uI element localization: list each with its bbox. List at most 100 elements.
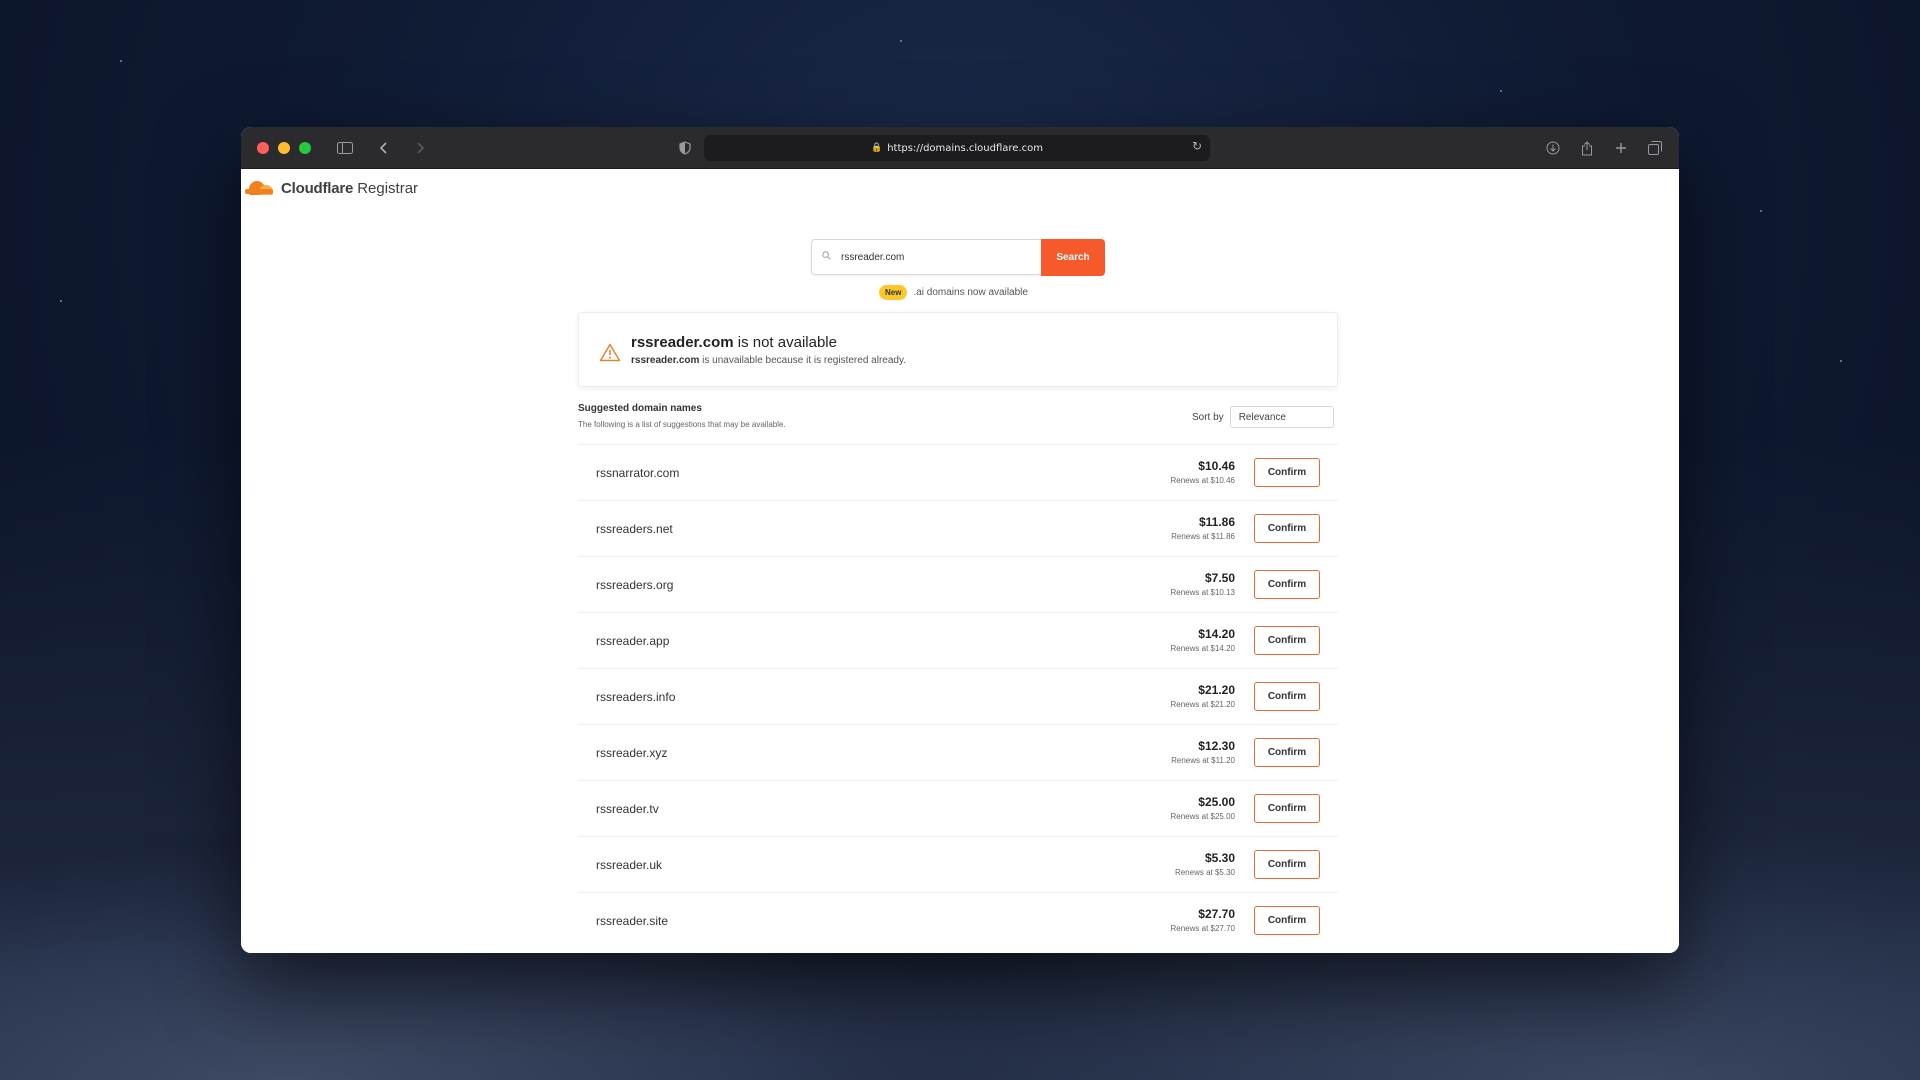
privacy-shield-icon[interactable] (673, 136, 697, 160)
suggestions-title: Suggested domain names (578, 403, 702, 414)
price: $27.70 (1198, 907, 1235, 921)
sort-control: Sort by Relevance (1192, 406, 1334, 428)
new-tab-icon[interactable] (1609, 136, 1633, 160)
promo-text[interactable]: .ai domains now available (913, 287, 1028, 298)
confirm-button[interactable]: Confirm (1254, 458, 1320, 487)
confirm-button[interactable]: Confirm (1254, 626, 1320, 655)
window-controls (257, 141, 311, 154)
sort-select[interactable]: Relevance (1229, 406, 1334, 428)
domain-name: rssreader.xyz (596, 745, 668, 760)
tab-overview-icon[interactable] (1643, 136, 1667, 160)
renewal-price: Renews at $25.00 (1170, 812, 1236, 821)
confirm-button[interactable]: Confirm (1254, 794, 1320, 823)
browser-window: 🔒 https://domains.cloudflare.com ↻ Cloud… (241, 127, 1679, 953)
renewal-price: Renews at $14.20 (1170, 644, 1236, 653)
confirm-button[interactable]: Confirm (1254, 514, 1320, 543)
renewal-price: Renews at $10.46 (1170, 476, 1236, 485)
confirm-button[interactable]: Confirm (1254, 738, 1320, 767)
warning-icon (599, 343, 621, 367)
search-icon (822, 251, 831, 263)
price-block: $5.30 Renews at $5.30 (1175, 851, 1235, 877)
zoom-window-button[interactable] (299, 141, 311, 154)
downloads-icon[interactable] (1541, 136, 1565, 160)
sort-value: Relevance (1238, 411, 1286, 423)
reload-icon[interactable]: ↻ (1192, 139, 1202, 153)
domain-row: rssreaders.net $11.86 Renews at $11.86 Conf… (578, 500, 1338, 556)
sort-label: Sort by (1192, 411, 1224, 423)
share-icon[interactable] (1575, 136, 1599, 160)
promo-banner: New .ai domains now available (879, 285, 1028, 300)
address-bar[interactable]: 🔒 https://domains.cloudflare.com ↻ (704, 135, 1210, 161)
new-badge: New (879, 285, 908, 300)
price: $14.20 (1198, 627, 1235, 641)
confirm-button[interactable]: Confirm (1254, 570, 1320, 599)
domain-name: rssnarrator.com (596, 465, 680, 480)
domain-name: rssreaders.net (596, 521, 673, 536)
price-block: $21.20 Renews at $21.20 (1171, 683, 1236, 709)
star (1500, 90, 1502, 92)
price-block: $14.20 Renews at $14.20 (1171, 627, 1236, 653)
star (1840, 360, 1842, 362)
price-block: $11.86 Renews at $11.86 (1171, 515, 1235, 541)
price: $7.50 (1204, 571, 1235, 585)
price: $12.30 (1198, 739, 1235, 753)
cloudflare-cloud-icon (245, 180, 275, 197)
browser-toolbar: 🔒 https://domains.cloudflare.com ↻ (241, 127, 1679, 169)
confirm-button[interactable]: Confirm (1254, 906, 1320, 935)
renewal-price: Renews at $10.13 (1170, 588, 1236, 597)
alert-title: rssreader.com is not available (631, 334, 837, 351)
price: $10.46 (1198, 459, 1235, 473)
alert-desc-suffix: is unavailable because it is registered … (702, 355, 906, 366)
domain-search: Search (811, 239, 1105, 276)
suggestions-list: rssnarrator.com $10.46 Renews at $10.46 Con… (578, 444, 1338, 948)
domain-name: rssreader.app (596, 633, 670, 648)
suggestions-subtitle: The following is a list of suggestions t… (578, 420, 786, 429)
domain-name: rssreader.site (596, 913, 669, 928)
domain-row: rssnarrator.com $10.46 Renews at $10.46 Con… (578, 444, 1338, 500)
domain-row: rssreader.app $14.20 Renews at $14.20 Confi… (578, 612, 1338, 668)
renewal-price: Renews at $11.86 (1171, 532, 1235, 541)
price-block: $25.00 Renews at $25.00 (1171, 795, 1236, 821)
price: $21.20 (1198, 683, 1235, 697)
confirm-button[interactable]: Confirm (1254, 850, 1320, 879)
search-input[interactable] (841, 251, 1021, 263)
domain-row: rssreader.uk $5.30 Renews at $5.30 Confirm (578, 836, 1338, 892)
page-content: Cloudflare Registrar Search New .ai doma… (241, 169, 1679, 953)
renewal-price: Renews at $5.30 (1174, 868, 1235, 877)
url-text: https://domains.cloudflare.com (887, 142, 1043, 154)
lock-icon: 🔒 (871, 143, 883, 153)
star (1760, 210, 1762, 212)
domain-name: rssreaders.info (596, 689, 676, 704)
price-block: $27.70 Renews at $27.70 (1171, 907, 1236, 933)
brand-logo[interactable]: Cloudflare Registrar (245, 180, 418, 197)
domain-row: rssreaders.info $21.20 Renews at $21.20 Con… (578, 668, 1338, 724)
unavailable-alert: rssreader.com is not available rssreader… (578, 312, 1338, 387)
brand-name: Cloudflare (281, 180, 354, 197)
star (120, 60, 122, 62)
price: $25.00 (1198, 795, 1235, 809)
minimize-window-button[interactable] (278, 141, 290, 154)
renewal-price: Renews at $27.70 (1170, 924, 1236, 933)
alert-title-suffix: is not available (737, 334, 837, 351)
price: $5.30 (1204, 851, 1235, 865)
sidebar-toggle-icon[interactable] (333, 136, 357, 160)
search-button[interactable]: Search (1041, 239, 1105, 276)
brand-product: Registrar (357, 180, 419, 197)
domain-row: rssreader.site $27.70 Renews at $27.70 Conf… (578, 892, 1338, 948)
domain-name: rssreader.tv (596, 801, 659, 816)
alert-desc-domain: rssreader.com (631, 355, 700, 366)
renewal-price: Renews at $21.20 (1170, 700, 1236, 709)
domain-row: rssreaders.org $7.50 Renews at $10.13 Confi… (578, 556, 1338, 612)
close-window-button[interactable] (257, 141, 269, 154)
back-icon[interactable] (371, 136, 395, 160)
domain-name: rssreader.uk (596, 857, 663, 872)
price: $11.86 (1198, 515, 1235, 529)
price-block: $10.46 Renews at $10.46 (1171, 459, 1236, 485)
domain-row: rssreader.tv $25.00 Renews at $25.00 Confir… (578, 780, 1338, 836)
suggestions-header: Suggested domain names The following is … (578, 403, 786, 429)
forward-icon[interactable] (409, 136, 433, 160)
confirm-button[interactable]: Confirm (1254, 682, 1320, 711)
domain-row: rssreader.xyz $12.30 Renews at $11.20 Confi… (578, 724, 1338, 780)
domain-name: rssreaders.org (596, 577, 674, 592)
alert-domain: rssreader.com (631, 334, 734, 351)
